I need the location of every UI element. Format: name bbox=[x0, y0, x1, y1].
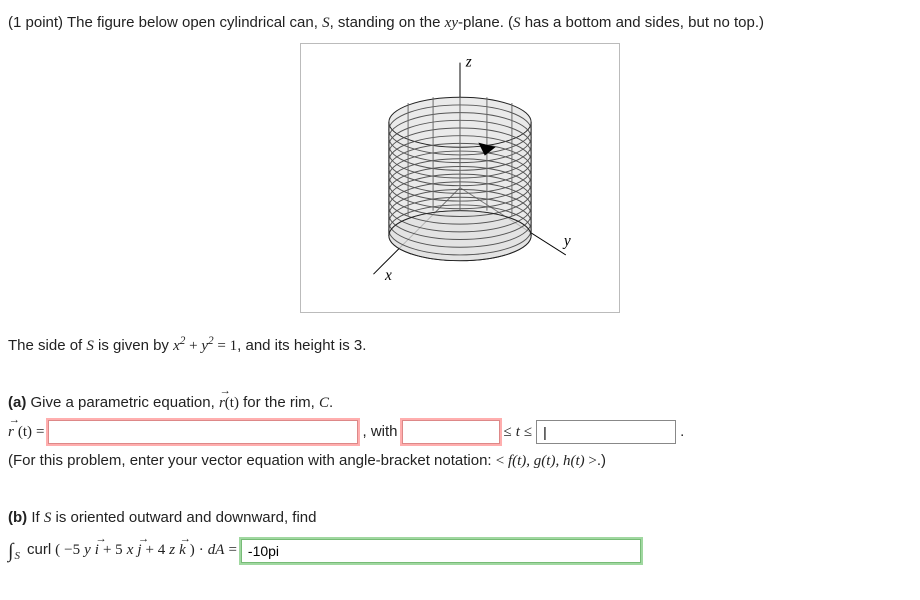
points-label: (1 point) bbox=[8, 14, 63, 31]
part-b-prompt: (b) If S is oriented outward and downwar… bbox=[8, 507, 912, 530]
r-vector: r bbox=[219, 392, 225, 415]
part-b-label: (b) bbox=[8, 509, 27, 526]
part-b-answer-row: ∫S curl (−5yi + 5xj + 4zk) · dA = bbox=[8, 536, 912, 566]
symbol-S: S bbox=[322, 15, 330, 31]
axis-y-label: y bbox=[562, 232, 571, 249]
side-description: The side of S is given by x2 + y2 = 1, a… bbox=[8, 333, 912, 358]
part-a-note: (For this problem, enter your vector equ… bbox=[8, 450, 912, 473]
cylinder-figure: z y x bbox=[300, 43, 620, 313]
axis-x-label: x bbox=[384, 266, 392, 283]
problem-intro: (1 point) The figure below open cylindri… bbox=[8, 12, 912, 35]
cylinder-svg: z y x bbox=[310, 53, 610, 303]
t-lower-input[interactable] bbox=[402, 420, 500, 444]
t-upper-input[interactable] bbox=[536, 420, 676, 444]
figure-container: z y x bbox=[8, 43, 912, 313]
part-a-label: (a) bbox=[8, 394, 26, 411]
part-a-answer-row: r(t) = , with ≤ t ≤ . bbox=[8, 420, 912, 444]
axis-z-label: z bbox=[465, 53, 472, 70]
integral-answer-input[interactable] bbox=[241, 539, 641, 563]
part-a-prompt: (a) Give a parametric equation, r(t) for… bbox=[8, 392, 912, 415]
xy-plane: xy bbox=[445, 15, 458, 31]
integral-symbol: ∫ bbox=[8, 536, 13, 566]
rt-input[interactable] bbox=[48, 420, 358, 444]
